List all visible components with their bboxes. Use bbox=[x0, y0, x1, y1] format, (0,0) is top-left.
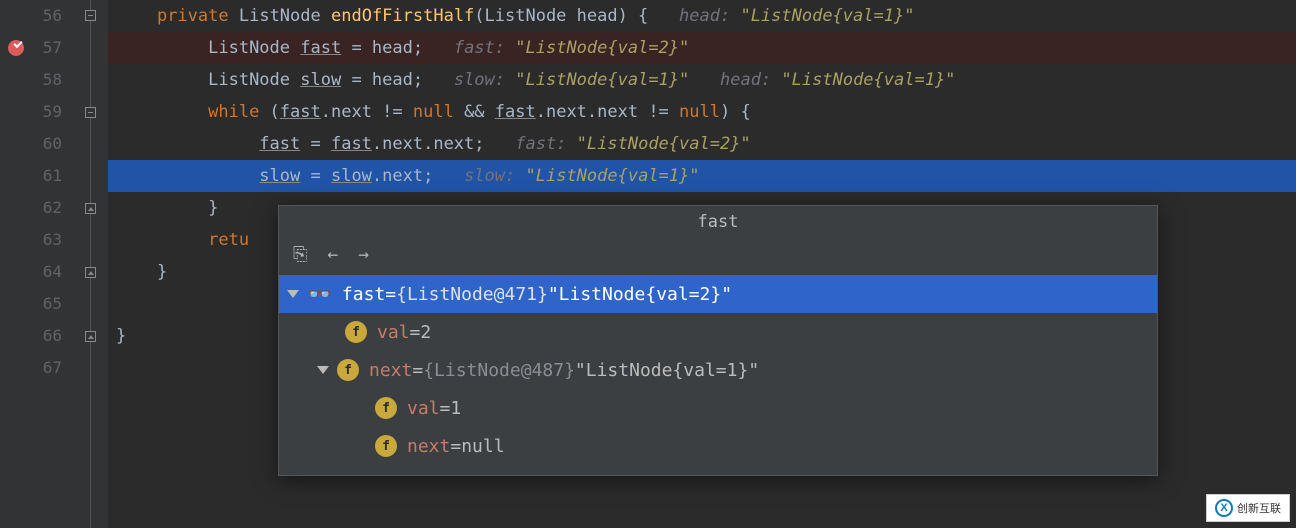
line-number[interactable]: 60 bbox=[0, 128, 62, 160]
line-number[interactable]: 67 bbox=[0, 352, 62, 384]
back-arrow-icon[interactable]: ← bbox=[327, 244, 338, 265]
code-line-execution[interactable]: slow = slow.next; slow: "ListNode{val=1}… bbox=[108, 160, 1296, 192]
disclosure-triangle-icon[interactable] bbox=[287, 290, 299, 298]
debug-value-popup: fast ⎘ ← → 👓 fast = {ListNode@471} "List… bbox=[278, 205, 1158, 476]
inline-hint-value: "ListNode{val=2}" bbox=[577, 134, 751, 154]
popup-toolbar: ⎘ ← → bbox=[279, 238, 1157, 275]
line-number[interactable]: 63 bbox=[0, 224, 62, 256]
line-number[interactable]: 62 bbox=[0, 192, 62, 224]
code-line[interactable]: while (fast.next != null && fast.next.ne… bbox=[108, 96, 1296, 128]
inline-hint: head: bbox=[679, 6, 730, 26]
code-line-breakpoint[interactable]: ListNode fast = head; fast: "ListNode{va… bbox=[108, 32, 1296, 64]
inline-hint-value: "ListNode{val=1}" bbox=[526, 166, 700, 186]
line-number[interactable]: 57 bbox=[0, 32, 62, 64]
inline-hint: slow: bbox=[464, 166, 515, 186]
watermark: X 创新互联 bbox=[1206, 494, 1290, 522]
tree-row[interactable]: f next = null bbox=[279, 427, 1157, 465]
forward-arrow-icon[interactable]: → bbox=[358, 244, 369, 265]
variable-tree: 👓 fast = {ListNode@471} "ListNode{val=2}… bbox=[279, 275, 1157, 475]
breakpoint-icon[interactable] bbox=[8, 40, 24, 56]
field-badge-icon: f bbox=[375, 397, 397, 419]
inline-hint: head: bbox=[720, 70, 771, 90]
fold-toggle-icon[interactable] bbox=[85, 267, 96, 278]
inline-hint-value: "ListNode{val=2}" bbox=[515, 38, 689, 58]
inline-hint: fast: bbox=[515, 134, 566, 154]
line-number[interactable]: 66 bbox=[0, 320, 62, 352]
popup-title: fast bbox=[279, 206, 1157, 238]
field-badge-icon: f bbox=[337, 359, 359, 381]
watermark-text: 创新互联 bbox=[1237, 500, 1281, 516]
inline-hint: slow: bbox=[454, 70, 505, 90]
line-number[interactable]: 59 bbox=[0, 96, 62, 128]
glasses-icon: 👓 bbox=[307, 282, 332, 306]
fold-toggle-icon[interactable] bbox=[85, 331, 96, 342]
line-number[interactable]: 58 bbox=[0, 64, 62, 96]
line-number[interactable]: 56 bbox=[0, 0, 62, 32]
fold-gutter bbox=[80, 0, 108, 528]
code-line[interactable]: fast = fast.next.next; fast: "ListNode{v… bbox=[108, 128, 1296, 160]
tree-row[interactable]: f val = 1 bbox=[279, 389, 1157, 427]
inline-hint-value: "ListNode{val=1}" bbox=[781, 70, 955, 90]
fold-toggle-icon[interactable] bbox=[85, 107, 96, 118]
camera-icon[interactable]: ⎘ bbox=[293, 244, 307, 265]
field-badge-icon: f bbox=[345, 321, 367, 343]
fold-toggle-icon[interactable] bbox=[85, 203, 96, 214]
line-number-gutter: 56 57 58 59 60 61 62 63 64 65 66 67 bbox=[0, 0, 80, 528]
inline-hint-value: "ListNode{val=1}" bbox=[740, 6, 914, 26]
tree-row-root[interactable]: 👓 fast = {ListNode@471} "ListNode{val=2}… bbox=[279, 275, 1157, 313]
inline-hint: fast: bbox=[454, 38, 505, 58]
field-badge-icon: f bbox=[375, 435, 397, 457]
line-number[interactable]: 61 bbox=[0, 160, 62, 192]
code-line[interactable]: ListNode slow = head; slow: "ListNode{va… bbox=[108, 64, 1296, 96]
inline-hint-value: "ListNode{val=1}" bbox=[515, 70, 689, 90]
watermark-logo-icon: X bbox=[1215, 499, 1233, 517]
fold-toggle-icon[interactable] bbox=[85, 10, 96, 21]
line-number[interactable]: 65 bbox=[0, 288, 62, 320]
code-line[interactable]: private ListNode endOfFirstHalf(ListNode… bbox=[108, 0, 1296, 32]
tree-row[interactable]: f val = 2 bbox=[279, 313, 1157, 351]
disclosure-triangle-icon[interactable] bbox=[317, 366, 329, 374]
tree-row[interactable]: f next = {ListNode@487} "ListNode{val=1}… bbox=[279, 351, 1157, 389]
line-number[interactable]: 64 bbox=[0, 256, 62, 288]
